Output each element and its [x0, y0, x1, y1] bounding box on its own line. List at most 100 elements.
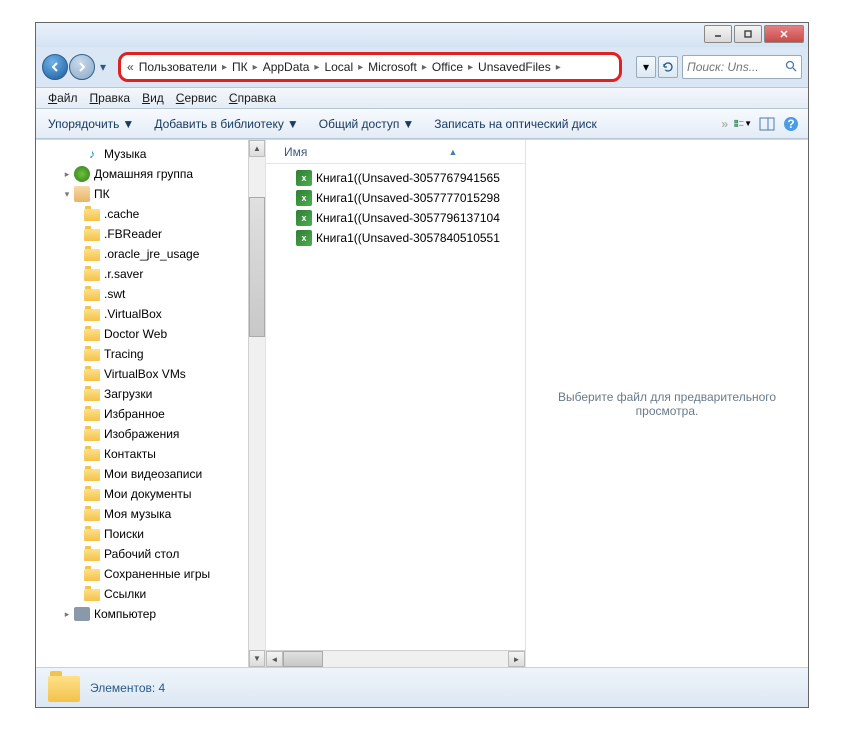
- preview-placeholder-text: Выберите файл для предварительного просм…: [536, 390, 798, 418]
- tree-item[interactable]: ▸Домашняя группа: [40, 164, 245, 184]
- view-mode-button[interactable]: ▼: [734, 115, 752, 133]
- tree-item[interactable]: Мои видеозаписи: [40, 464, 245, 484]
- tree-item-label: Рабочий стол: [104, 547, 179, 561]
- tree-item[interactable]: Doctor Web: [40, 324, 245, 344]
- breadcrumb-separator-icon[interactable]: ▸: [468, 62, 473, 73]
- sidebar-scrollbar[interactable]: ▲ ▼: [248, 140, 265, 667]
- help-button[interactable]: ?: [782, 115, 800, 133]
- tree-item[interactable]: Поиски: [40, 524, 245, 544]
- breadcrumb-separator-icon[interactable]: ▸: [253, 62, 258, 73]
- breadcrumb-segment[interactable]: ПК: [229, 58, 251, 76]
- expander-icon[interactable]: ▸: [62, 169, 72, 180]
- breadcrumb-separator-icon[interactable]: ▸: [314, 62, 319, 73]
- folder-icon: [84, 346, 100, 362]
- scroll-thumb[interactable]: [249, 197, 265, 337]
- tree-item[interactable]: Моя музыка: [40, 504, 245, 524]
- tree-item[interactable]: Ссылки: [40, 584, 245, 604]
- breadcrumb-segment[interactable]: Local: [321, 58, 356, 76]
- tree-item[interactable]: ▾ПК: [40, 184, 245, 204]
- tree-item[interactable]: Tracing: [40, 344, 245, 364]
- tree-item[interactable]: Избранное: [40, 404, 245, 424]
- tree-item-label: Мои видеозаписи: [104, 467, 202, 481]
- breadcrumb-segment[interactable]: Office: [429, 58, 466, 76]
- burn-disc-button[interactable]: Записать на оптический диск: [430, 114, 601, 134]
- scroll-up-button[interactable]: ▲: [249, 140, 265, 157]
- search-input[interactable]: [687, 60, 767, 74]
- computer-icon: [74, 606, 90, 622]
- back-button[interactable]: [42, 54, 68, 80]
- horizontal-scrollbar[interactable]: ◄ ►: [266, 650, 525, 667]
- user-icon: [74, 186, 90, 202]
- minimize-button[interactable]: [704, 25, 732, 43]
- breadcrumb-segment[interactable]: Microsoft: [365, 58, 420, 76]
- address-dropdown[interactable]: ▾: [636, 56, 656, 78]
- tree-item-label: Поиски: [104, 527, 144, 541]
- organize-button[interactable]: Упорядочить ▼: [44, 114, 138, 134]
- search-box[interactable]: [682, 55, 802, 79]
- menu-view[interactable]: Вид: [136, 89, 170, 107]
- file-row[interactable]: xКнига1((Unsaved-3057796137104: [296, 208, 519, 228]
- menu-tools[interactable]: Сервис: [170, 89, 223, 107]
- scroll-down-button[interactable]: ▼: [249, 650, 265, 667]
- tree-item-label: Моя музыка: [104, 507, 171, 521]
- tree-item-label: Контакты: [104, 447, 156, 461]
- add-to-library-button[interactable]: Добавить в библиотеку ▼: [150, 114, 302, 134]
- expander-icon[interactable]: ▾: [62, 189, 72, 200]
- tree-item[interactable]: Контакты: [40, 444, 245, 464]
- file-row[interactable]: xКнига1((Unsaved-3057777015298: [296, 188, 519, 208]
- breadcrumb-separator-icon[interactable]: ▸: [358, 62, 363, 73]
- tree-item[interactable]: Изображения: [40, 424, 245, 444]
- column-header-name[interactable]: Имя ▲: [266, 140, 525, 164]
- folder-icon: [84, 366, 100, 382]
- tree-item[interactable]: .swt: [40, 284, 245, 304]
- hscroll-thumb[interactable]: [283, 651, 323, 667]
- tree-item-label: Мои документы: [104, 487, 191, 501]
- menu-edit[interactable]: Правка: [84, 89, 137, 107]
- tree-item[interactable]: ♪Музыка: [40, 144, 245, 164]
- tree-item[interactable]: .cache: [40, 204, 245, 224]
- close-button[interactable]: [764, 25, 804, 43]
- file-list-pane: Имя ▲ xКнига1((Unsaved-3057767941565xКни…: [266, 140, 526, 667]
- tree-item[interactable]: .r.saver: [40, 264, 245, 284]
- tree-item[interactable]: VirtualBox VMs: [40, 364, 245, 384]
- history-dropdown[interactable]: ▾: [96, 54, 110, 80]
- nav-buttons: ▾: [42, 54, 110, 80]
- tree-item[interactable]: .FBReader: [40, 224, 245, 244]
- titlebar: [36, 23, 808, 47]
- maximize-button[interactable]: [734, 25, 762, 43]
- file-row[interactable]: xКнига1((Unsaved-3057767941565: [296, 168, 519, 188]
- tree-item[interactable]: Мои документы: [40, 484, 245, 504]
- tree-item[interactable]: .VirtualBox: [40, 304, 245, 324]
- folder-icon: [84, 406, 100, 422]
- menu-help[interactable]: Справка: [223, 89, 282, 107]
- status-item-count: Элементов: 4: [90, 681, 165, 695]
- forward-button[interactable]: [69, 54, 95, 80]
- tree-item[interactable]: Загрузки: [40, 384, 245, 404]
- refresh-button[interactable]: [658, 56, 678, 78]
- breadcrumb-separator-icon[interactable]: ▸: [222, 62, 227, 73]
- file-row[interactable]: xКнига1((Unsaved-3057840510551: [296, 228, 519, 248]
- tree-item-label: .oracle_jre_usage: [104, 247, 199, 261]
- breadcrumb-separator-icon[interactable]: ▸: [422, 62, 427, 73]
- breadcrumb-separator-icon[interactable]: ▸: [556, 62, 561, 73]
- address-bar[interactable]: « Пользователи▸ПК▸AppData▸Local▸Microsof…: [118, 52, 622, 82]
- preview-pane-button[interactable]: [758, 115, 776, 133]
- breadcrumb-segment[interactable]: UnsavedFiles: [475, 58, 554, 76]
- toolbar-overflow-icon[interactable]: »: [721, 117, 728, 131]
- tree-item[interactable]: .oracle_jre_usage: [40, 244, 245, 264]
- tree-item-label: Музыка: [104, 147, 146, 161]
- scroll-left-button[interactable]: ◄: [266, 651, 283, 667]
- file-name: Книга1((Unsaved-3057840510551: [316, 231, 500, 245]
- breadcrumb-segment[interactable]: AppData: [260, 58, 313, 76]
- menu-file[interactable]: Файл: [42, 89, 84, 107]
- tree-item[interactable]: Рабочий стол: [40, 544, 245, 564]
- tree-item-label: Ссылки: [104, 587, 146, 601]
- tree-item[interactable]: Сохраненные игры: [40, 564, 245, 584]
- expander-icon[interactable]: ▸: [62, 609, 72, 620]
- share-button[interactable]: Общий доступ ▼: [315, 114, 419, 134]
- breadcrumb-segment[interactable]: Пользователи: [136, 58, 220, 76]
- scroll-right-button[interactable]: ►: [508, 651, 525, 667]
- breadcrumb-overflow-icon[interactable]: «: [127, 60, 134, 74]
- folder-icon: [84, 286, 100, 302]
- tree-item[interactable]: ▸Компьютер: [40, 604, 245, 624]
